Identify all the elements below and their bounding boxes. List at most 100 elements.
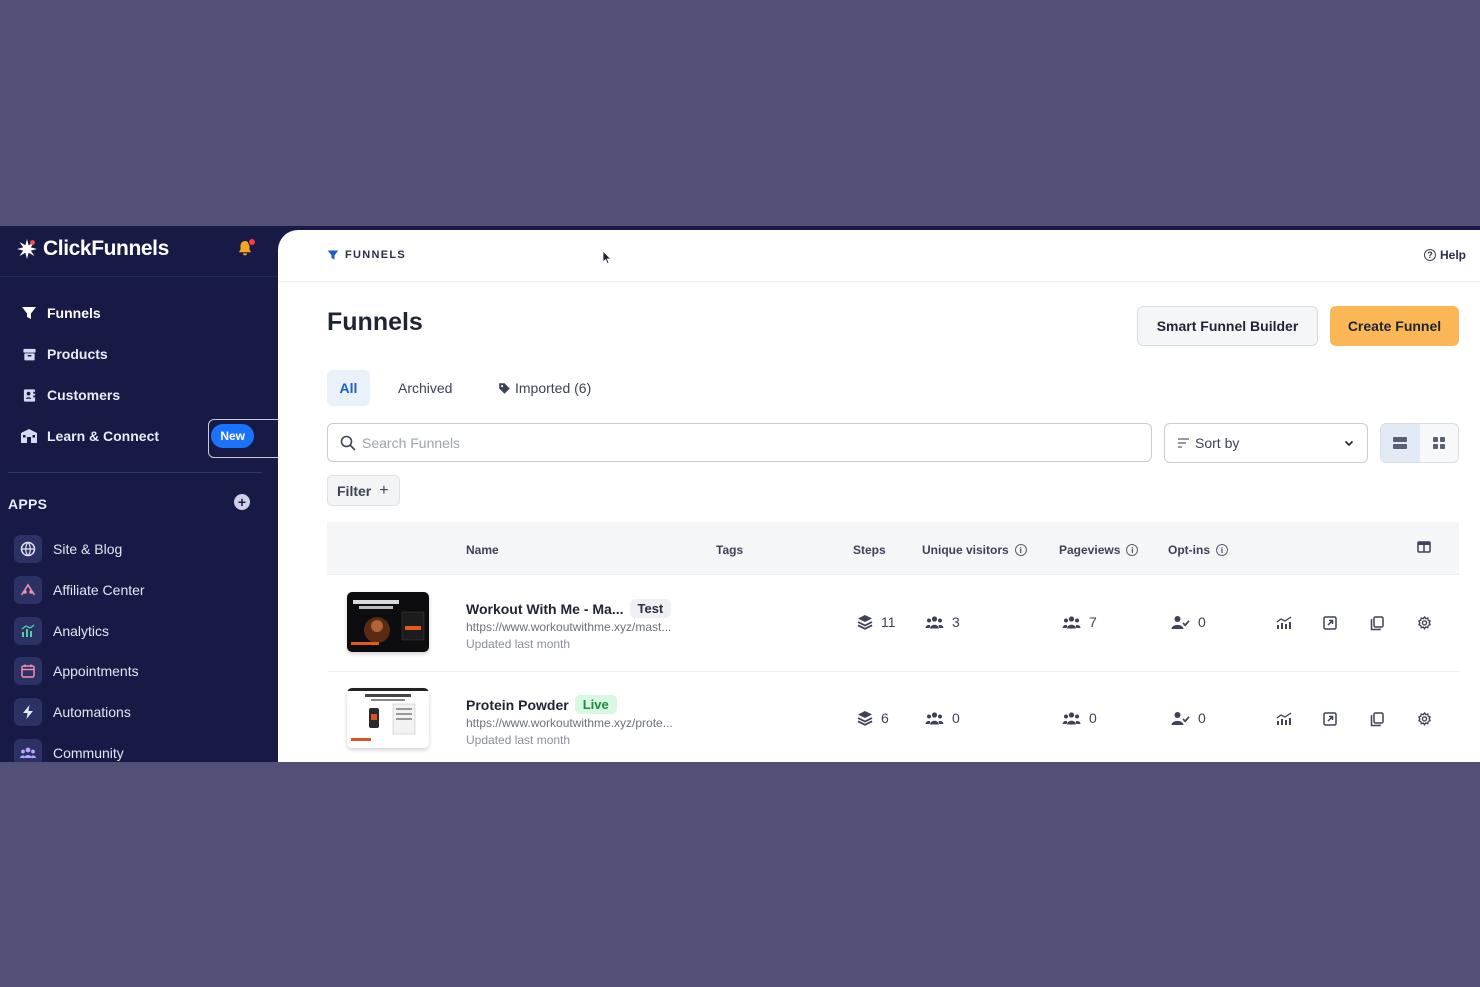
analytics-icon (14, 617, 42, 645)
column-label: Name (466, 543, 499, 557)
app-item-label: Appointments (53, 663, 139, 679)
help-label: Help (1439, 248, 1466, 262)
tag-icon (499, 382, 510, 394)
smart-funnel-builder-button[interactable]: Smart Funnel Builder (1137, 306, 1318, 346)
funnel-name-text: Workout With Me - Ma... (466, 600, 624, 617)
notification-bell-icon[interactable] (235, 238, 256, 258)
funnel-icon (20, 304, 38, 322)
filter-button[interactable]: Filter + (327, 475, 400, 506)
tab-label: All (339, 380, 358, 396)
gear-icon[interactable] (1414, 613, 1434, 633)
stats-icon[interactable] (1274, 709, 1294, 729)
affiliate-icon (14, 576, 42, 604)
brand-logo[interactable]: ClickFunnels (14, 234, 169, 264)
column-steps[interactable]: Steps (853, 543, 886, 557)
duplicate-icon[interactable] (1367, 709, 1387, 729)
app-item-label: Automations (53, 704, 131, 720)
funnel-thumbnail[interactable] (347, 592, 429, 652)
list-view-button[interactable] (1381, 424, 1420, 462)
column-label: Tags (716, 543, 744, 557)
tab-archived[interactable]: Archived (398, 370, 452, 406)
app-item-label: Community (53, 745, 124, 761)
funnel-url[interactable]: https://www.workoutwithme.xyz/prote... (466, 716, 673, 730)
tab-imported[interactable]: Imported (6) (498, 370, 591, 406)
sidebar-item-products[interactable]: Products (8, 336, 262, 372)
funnel-name[interactable]: Workout With Me - Ma... Test (466, 599, 672, 618)
chevron-down-icon (1344, 440, 1354, 447)
column-pageviews[interactable]: Pageviews i (1059, 543, 1139, 557)
sidebar-item-label: Funnels (47, 305, 101, 321)
add-app-button[interactable]: + (234, 494, 250, 510)
unique-visitors-count: 3 (925, 614, 960, 630)
create-funnel-button[interactable]: Create Funnel (1330, 306, 1459, 346)
calendar-icon (14, 657, 42, 685)
column-name[interactable]: Name (466, 543, 499, 557)
app-item-automations[interactable]: Automations (14, 697, 131, 727)
app-item-label: Affiliate Center (53, 582, 145, 598)
sort-icon (1178, 438, 1189, 448)
table-row[interactable]: Protein Powder Live https://www.workoutw… (327, 672, 1459, 762)
tab-label: Archived (398, 380, 453, 396)
breadcrumb[interactable]: FUNNELS (327, 249, 406, 261)
funnel-url[interactable]: https://www.workoutwithme.xyz/mast... (466, 620, 671, 634)
grid-view-button[interactable] (1420, 424, 1459, 462)
search-placeholder: Search Funnels (362, 434, 461, 451)
mouse-cursor-icon (602, 250, 612, 270)
sidebar-item-label: Learn & Connect (47, 428, 160, 444)
sidebar-item-funnels[interactable]: Funnels (8, 295, 262, 331)
app-item-appointments[interactable]: Appointments (14, 656, 139, 686)
apps-divider (8, 472, 262, 473)
column-label: Pageviews (1059, 543, 1121, 557)
column-unique-visitors[interactable]: Unique visitors i (922, 543, 1027, 557)
new-badge: New (211, 424, 254, 448)
sidebar-item-label: Customers (47, 387, 121, 403)
app-item-community[interactable]: Community (14, 738, 124, 762)
sidebar-item-learn-connect[interactable]: Learn & Connect New (8, 418, 262, 454)
sidebar-item-customers[interactable]: Customers (8, 377, 262, 413)
sort-dropdown[interactable]: Sort by (1164, 423, 1368, 463)
tab-all[interactable]: All (327, 370, 370, 406)
users-icon (925, 615, 944, 628)
duplicate-icon[interactable] (1367, 613, 1387, 633)
info-icon[interactable]: i (1216, 544, 1228, 556)
search-icon (340, 435, 356, 450)
app-item-site-blog[interactable]: Site & Blog (14, 534, 122, 564)
table-header: Name Tags Steps Unique visitors i Pagevie… (327, 522, 1459, 575)
tab-label: Imported (6) (515, 380, 592, 396)
app-item-analytics[interactable]: Analytics (14, 616, 109, 646)
layers-icon (857, 711, 873, 726)
app-item-label: Site & Blog (53, 541, 123, 557)
user-check-icon (1171, 615, 1190, 629)
user-check-icon (1171, 711, 1190, 725)
community-icon (14, 739, 42, 762)
pageviews-value: 0 (1089, 710, 1097, 726)
search-input[interactable]: Search Funnels (327, 423, 1152, 462)
columns-toggle-icon[interactable] (1417, 540, 1431, 558)
funnel-thumbnail[interactable] (347, 688, 429, 748)
users-icon (1062, 711, 1081, 724)
gear-icon[interactable] (1414, 709, 1434, 729)
stats-icon[interactable] (1274, 613, 1294, 633)
funnel-updated: Updated last month (466, 733, 571, 747)
open-external-icon[interactable] (1320, 709, 1340, 729)
status-badge: Test (629, 599, 672, 618)
app-item-label: Analytics (53, 623, 110, 639)
plus-icon: + (379, 481, 389, 499)
optins-value: 0 (1198, 614, 1206, 630)
info-icon[interactable]: i (1126, 544, 1139, 556)
app-item-affiliate-center[interactable]: Affiliate Center (14, 575, 145, 605)
help-link[interactable]: ? Help (1423, 248, 1466, 262)
column-label: Steps (853, 543, 886, 557)
info-icon[interactable]: i (1014, 544, 1027, 556)
funnel-name[interactable]: Protein Powder Live (466, 695, 617, 714)
optins-count: 0 (1171, 710, 1206, 726)
unique-visitors-value: 3 (952, 614, 960, 630)
column-tags: Tags (716, 543, 743, 557)
status-badge: Live (574, 695, 617, 714)
table-row[interactable]: Workout With Me - Ma... Test https://www… (327, 576, 1459, 672)
column-optins[interactable]: Opt-ins i (1168, 543, 1228, 557)
steps-value: 6 (881, 710, 889, 726)
steps-count: 11 (857, 614, 896, 630)
open-external-icon[interactable] (1320, 613, 1340, 633)
apps-section-label: APPS (8, 496, 48, 512)
